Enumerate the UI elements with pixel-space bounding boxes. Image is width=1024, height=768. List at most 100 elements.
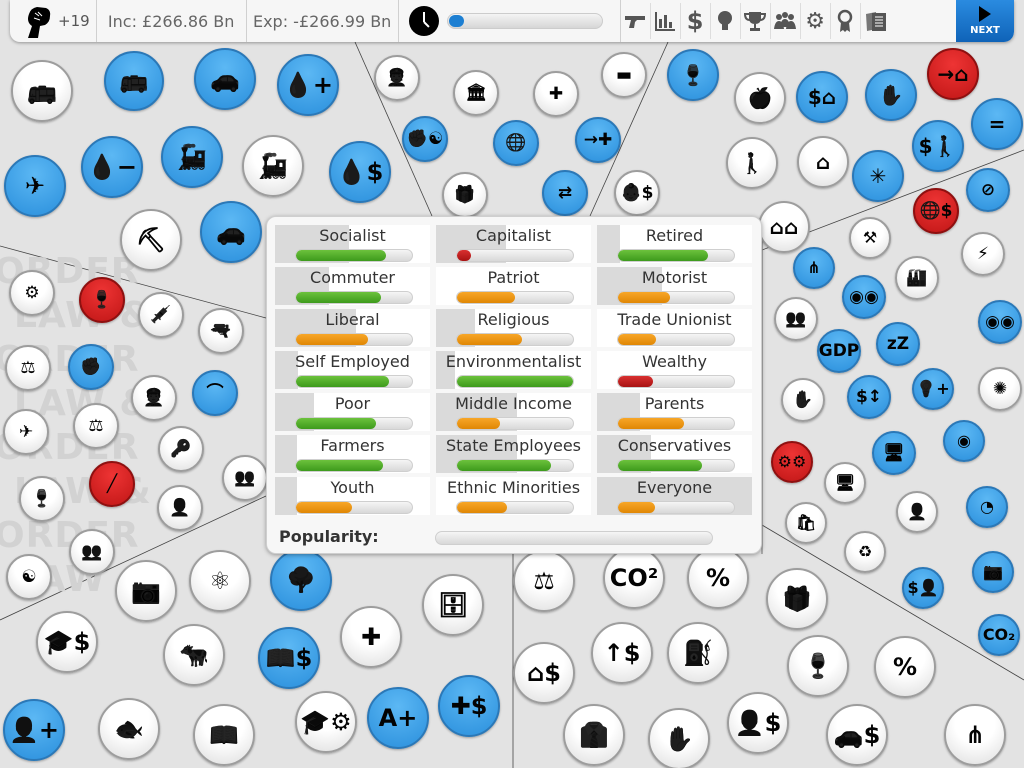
property-tax-icon[interactable]: ⌂$ — [513, 642, 575, 704]
camera-icon[interactable]: 📷 — [972, 551, 1014, 593]
police-group-icon[interactable]: 👥 — [222, 455, 268, 501]
renewable-energy-icon[interactable]: ⚡ — [961, 232, 1005, 276]
voter-group-poor[interactable]: Poor — [275, 393, 430, 431]
office-desk-icon[interactable]: 🗄 — [422, 574, 484, 636]
voter-group-capitalist[interactable]: Capitalist — [436, 225, 591, 263]
tourism-tax-icon[interactable]: 🌐$ — [913, 188, 959, 234]
income-tax-icon[interactable]: 👤$ — [727, 692, 789, 754]
voter-group-conservatives[interactable]: Conservatives — [597, 435, 752, 473]
bus-lanes-icon[interactable]: 🚌 — [11, 60, 73, 122]
income[interactable]: Inc: £266.86 Bn — [97, 0, 247, 42]
cannabis-icon[interactable]: ✳ — [852, 150, 904, 202]
innovation-lightbulb-icon[interactable]: 💡+ — [912, 368, 954, 410]
diplomacy-icon[interactable]: 🏛 — [453, 70, 499, 116]
carbon-tax-icon[interactable]: CO² — [603, 547, 665, 609]
library-book-icon[interactable]: 📖 — [193, 704, 255, 766]
water-minus-icon[interactable]: 💧− — [81, 136, 143, 198]
business-person-icon[interactable]: 👤 — [896, 491, 938, 533]
child-benefit-icon[interactable]: 👶$ — [614, 170, 660, 216]
gift-ship-icon[interactable]: 🎁 — [442, 172, 488, 218]
border-control-icon[interactable]: 👮 — [374, 55, 420, 101]
water-tax-icon[interactable]: 💧$ — [329, 141, 391, 203]
livestock-science-icon[interactable]: 🐄 — [163, 624, 225, 686]
alcohol-ban-icon[interactable]: 🍷 — [79, 277, 125, 323]
gdp-icon[interactable]: GDP — [817, 329, 861, 373]
voter-group-socialist[interactable]: Socialist — [275, 225, 430, 263]
voter-groups-people-icon[interactable] — [771, 3, 801, 39]
statistics-chart-icon[interactable] — [651, 3, 681, 39]
shopper-icon[interactable]: 🛍 — [785, 502, 827, 544]
trade-ship-icon[interactable]: ⇄ — [542, 170, 588, 216]
voter-group-everyone[interactable]: Everyone — [597, 477, 752, 515]
corporation-tax-icon[interactable]: 👔 — [563, 704, 625, 766]
smoking-ban-icon[interactable]: ✋ — [865, 69, 917, 121]
courts-gavel-icon[interactable]: ⚖ — [5, 345, 51, 391]
dollar-updown-icon[interactable]: $↕ — [847, 375, 891, 419]
health-plus-icon[interactable]: ✚ — [340, 606, 402, 668]
charity-hand-icon[interactable]: ✋ — [781, 378, 825, 422]
voter-group-ethnic-minorities[interactable]: Ethnic Minorities — [436, 477, 591, 515]
protest-fist-icon[interactable]: ✊ — [68, 344, 114, 390]
school-grades-icon[interactable]: A+ — [367, 687, 429, 749]
military-tank-icon[interactable]: ▬ — [601, 52, 647, 98]
voter-group-commuter[interactable]: Commuter — [275, 267, 430, 305]
equality-icon[interactable]: = — [971, 98, 1023, 150]
social-housing-icon[interactable]: ⌂⌂ — [758, 201, 810, 253]
voter-group-liberal[interactable]: Liberal — [275, 309, 430, 347]
aid-ship-icon[interactable]: ✚ — [533, 71, 579, 117]
rail-subsidies-icon[interactable]: 🚂 — [161, 126, 223, 188]
prison-icon[interactable]: 🔑 — [158, 426, 204, 472]
computer-icon[interactable]: 🖥 — [824, 462, 866, 504]
cctv-community-icon[interactable]: 📷 — [115, 560, 177, 622]
worker-hand-icon[interactable]: ⚙ — [9, 270, 55, 316]
evolution-fish-icon[interactable]: 🐟 — [98, 698, 160, 760]
luxury-goods-tax-icon[interactable]: 🚗$ — [826, 704, 888, 766]
voter-group-trade-unionist[interactable]: Trade Unionist — [597, 309, 752, 347]
industry-icon[interactable]: 🏭 — [895, 256, 939, 300]
alcohol-icon[interactable]: 🍷 — [667, 49, 719, 101]
skills-tools-icon[interactable]: ⚒ — [849, 217, 891, 259]
health-cost-icon[interactable]: ✚$ — [438, 675, 500, 737]
hierarchy-icon[interactable]: ⋔ — [944, 704, 1006, 766]
voter-group-state-employees[interactable]: State Employees — [436, 435, 591, 473]
bus-subsidies-icon[interactable]: 🚌 — [104, 51, 164, 111]
drugs-syringe-icon[interactable]: 💉 — [138, 292, 184, 338]
labour-network-icon[interactable]: ⋔ — [793, 247, 835, 289]
guard-icon[interactable]: 👤 — [157, 485, 203, 531]
food-stamps-icon[interactable]: 🍎 — [734, 72, 786, 124]
money-bags-person-icon[interactable]: $👤 — [902, 567, 944, 609]
settings-gears-icon[interactable]: ⚙ — [801, 3, 831, 39]
wine-bottle-icon[interactable]: 🍷 — [19, 476, 65, 522]
political-capital[interactable]: +19 — [10, 0, 97, 42]
awards-ribbon-icon[interactable] — [831, 3, 861, 39]
person-plus-icon[interactable]: 👤+ — [3, 699, 65, 761]
coins-icon[interactable]: ◉◉ — [978, 300, 1022, 344]
finance-dollar-icon[interactable]: $ — [681, 3, 711, 39]
elderly-care-icon[interactable]: 🚶 — [726, 137, 778, 189]
coin-stacks-icon[interactable]: ◉◉ — [842, 275, 886, 319]
achievements-trophy-icon[interactable] — [741, 3, 771, 39]
jury-icon[interactable]: 👥 — [774, 297, 818, 341]
high-speed-rail-icon[interactable]: 🚂 — [242, 135, 304, 197]
industry-gears-icon[interactable]: ⚙⚙ — [771, 441, 813, 483]
housing-subsidy-icon[interactable]: $⌂ — [796, 71, 848, 123]
student-loan-icon[interactable]: 🎓$ — [36, 611, 98, 673]
voter-group-self-employed[interactable]: Self Employed — [275, 351, 430, 389]
technical-college-icon[interactable]: 🎓⚙ — [295, 691, 357, 753]
co2-icon[interactable]: CO₂ — [978, 614, 1020, 656]
science-funding-icon[interactable]: ✺ — [978, 367, 1022, 411]
voter-group-religious[interactable]: Religious — [436, 309, 591, 347]
airport-icon[interactable]: ✈ — [4, 155, 66, 217]
eviction-icon[interactable]: →⌂ — [927, 48, 979, 100]
care-home-icon[interactable]: ⌂ — [797, 136, 849, 188]
abortion-law-icon[interactable]: ⚖ — [513, 550, 575, 612]
foreign-aid-icon[interactable]: ✊☯ — [402, 116, 448, 162]
voter-group-patriot[interactable]: Patriot — [436, 267, 591, 305]
handgun-icon[interactable]: 🔫 — [198, 308, 244, 354]
law-order-gun-icon[interactable] — [621, 3, 651, 39]
thought-bubble-icon[interactable]: ◔ — [966, 486, 1008, 528]
alcohol-tax-icon[interactable]: 🍷 — [787, 635, 849, 697]
car-tax-icon[interactable]: 🚗 — [200, 201, 262, 263]
voter-group-farmers[interactable]: Farmers — [275, 435, 430, 473]
road-building-icon[interactable]: ⛏ — [120, 209, 182, 271]
